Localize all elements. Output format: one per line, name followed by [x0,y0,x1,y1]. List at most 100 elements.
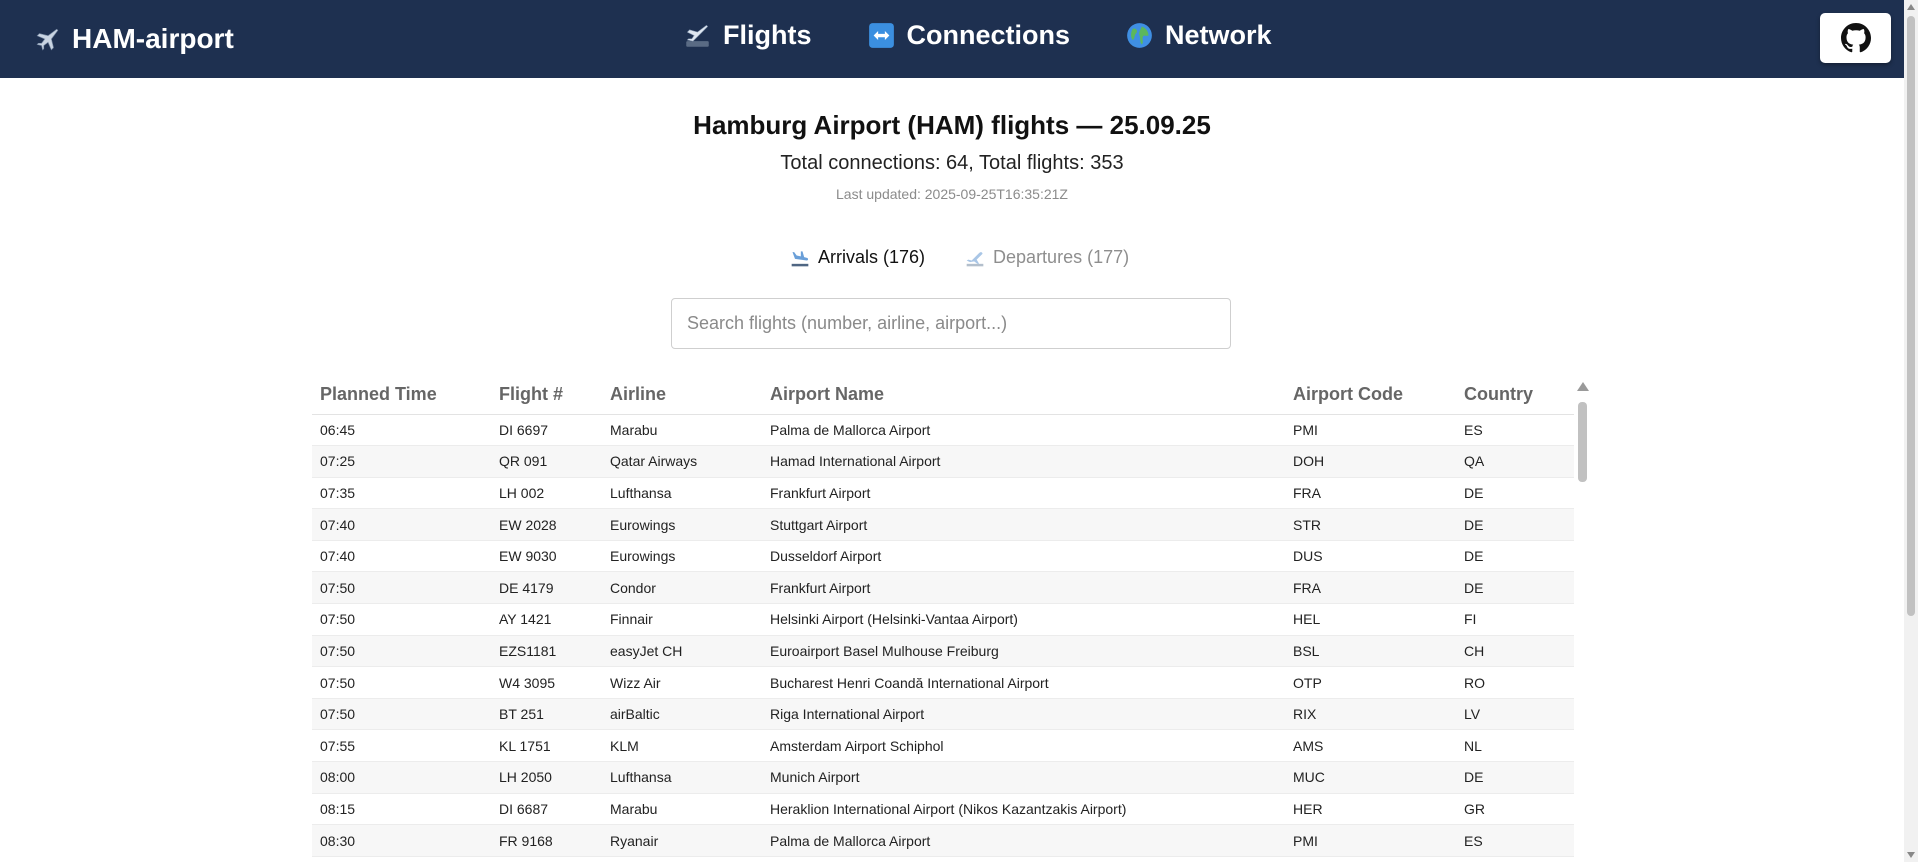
table-row[interactable]: 07:40 EW 9030 Eurowings Dusseldorf Airport D… [312,540,1574,573]
cell-flight-number: FR 9168 [491,824,602,857]
cell-planned-time: 08:15 [312,793,491,826]
cell-airport-name: Hamad International Airport [762,445,1285,478]
cell-planned-time: 07:40 [312,508,491,541]
cell-country: QA [1456,445,1574,478]
brand-link[interactable]: HAM-airport [34,22,234,56]
main-nav: Flights Connections Network [684,20,1272,51]
nav-connections-label: Connections [906,20,1071,50]
cell-planned-time: 08:00 [312,761,491,794]
cell-airport-name: Frankfurt Airport [762,477,1285,510]
cell-airport-code: HER [1285,793,1456,826]
table-row[interactable]: 07:35 LH 002 Lufthansa Frankfurt Airport FRA… [312,477,1574,510]
cell-airline: easyJet CH [602,635,762,668]
column-header-planned-time[interactable]: Planned Time [312,376,491,415]
table-scrollbar[interactable] [1574,382,1590,862]
table-row[interactable]: 07:50 W4 3095 Wizz Air Bucharest Henri Coan… [312,666,1574,699]
table-row[interactable]: 08:00 LH 2050 Lufthansa Munich Airport MUC DE [312,761,1574,794]
cell-airport-name: Amsterdam Airport Schiphol [762,729,1285,763]
cell-airport-name: Palma de Mallorca Airport [762,414,1285,447]
page-scrollbar[interactable] [1904,0,1918,862]
tab-departures-label: Departures (177) [993,247,1130,267]
cell-flight-number: DE 4179 [491,571,602,605]
cell-airport-name: Helsinki Airport (Helsinki-Vantaa Airpor… [762,603,1285,636]
top-nav-bar: HAM-airport Flights Connections Network [0,0,1904,78]
flight-direction-tabs: Arrivals (176) Departures (177) [790,247,1129,268]
left-right-arrow-icon [868,23,894,48]
cell-airport-name: Palma de Mallorca Airport [762,824,1285,857]
cell-airport-code: HEL [1285,603,1456,636]
cell-airline: Lufthansa [602,477,762,510]
brand-label: HAM-airport [72,23,234,54]
scroll-down-arrow-icon[interactable] [1907,852,1915,858]
cell-planned-time: 07:25 [312,445,491,478]
tab-departures[interactable]: Departures (177) [965,247,1129,268]
cell-airline: Marabu [602,414,762,447]
cell-airline: Eurowings [602,540,762,573]
page-scrollbar-thumb[interactable] [1907,16,1915,616]
table-row[interactable]: 06:45 DI 6697 Marabu Palma de Mallorca Airp… [312,414,1574,447]
cell-airport-name: Frankfurt Airport [762,571,1285,605]
cell-airport-code: BSL [1285,635,1456,668]
search-input[interactable] [671,298,1231,349]
nav-connections-link[interactable]: Connections [868,20,1071,51]
column-header-flight-number[interactable]: Flight # [491,376,602,415]
cell-planned-time: 07:50 [312,666,491,699]
cell-planned-time: 08:30 [312,824,491,857]
cell-flight-number: LH 002 [491,477,602,510]
cell-airport-code: DOH [1285,445,1456,478]
table-row[interactable]: 08:30 FR 9168 Ryanair Palma de Mallorca Air… [312,824,1574,857]
cell-planned-time: 07:50 [312,635,491,668]
cell-airport-name: Munich Airport [762,761,1285,794]
column-header-country[interactable]: Country [1456,376,1574,415]
airplane-icon [36,28,59,51]
cell-airline: Ryanair [602,824,762,857]
nav-network-link[interactable]: Network [1126,20,1272,51]
scroll-up-arrow-icon[interactable] [1907,4,1915,10]
column-header-airport-code[interactable]: Airport Code [1285,376,1456,415]
cell-airport-name: Stuttgart Airport [762,508,1285,541]
table-row[interactable]: 07:25 QR 091 Qatar Airways Hamad Internatio… [312,445,1574,478]
column-header-airport-name[interactable]: Airport Name [762,376,1285,415]
cell-country: NL [1456,729,1574,763]
cell-flight-number: BT 251 [491,698,602,731]
tab-arrivals-label: Arrivals (176) [818,247,926,267]
cell-flight-number: EW 9030 [491,540,602,573]
cell-planned-time: 07:50 [312,698,491,731]
cell-flight-number: EW 2028 [491,508,602,541]
table-scrollbar-thumb[interactable] [1578,402,1587,482]
cell-country: RO [1456,666,1574,699]
cell-flight-number: QR 091 [491,445,602,478]
tab-arrivals[interactable]: Arrivals (176) [790,247,925,268]
flights-table-container: Planned Time Flight # Airline Airport Na… [312,376,1574,862]
cell-airport-code: PMI [1285,824,1456,857]
cell-airport-name: Bucharest Henri Coandă International Air… [762,666,1285,699]
table-row[interactable]: 07:50 EZS1181 easyJet CH Euroairport Basel … [312,635,1574,668]
cell-airline: Eurowings [602,508,762,541]
github-button[interactable] [1820,13,1891,63]
cell-flight-number: W4 3095 [491,666,602,699]
table-row[interactable]: 07:50 BT 251 airBaltic Riga International A… [312,698,1574,731]
cell-airline: airBaltic [602,698,762,731]
airplane-arrival-icon [791,250,809,266]
cell-airport-code: AMS [1285,729,1456,763]
table-row[interactable]: 08:15 DI 6687 Marabu Heraklion Internationa… [312,793,1574,826]
totals-summary: Total connections: 64, Total flights: 35… [780,152,1124,174]
table-row[interactable]: 07:50 AY 1421 Finnair Helsinki Airport (Hel… [312,603,1574,636]
cell-airport-code: DUS [1285,540,1456,573]
flights-table: Planned Time Flight # Airline Airport Na… [312,376,1574,857]
table-scroll-up-arrow-icon[interactable] [1577,382,1589,391]
cell-country: DE [1456,540,1574,573]
cell-airport-name: Heraklion International Airport (Nikos K… [762,793,1285,826]
cell-airline: Qatar Airways [602,445,762,478]
last-updated: Last updated: 2025-09-25T16:35:21Z [836,186,1068,202]
cell-planned-time: 06:45 [312,414,491,447]
cell-airport-code: FRA [1285,571,1456,605]
nav-flights-link[interactable]: Flights [684,20,812,51]
column-header-airline[interactable]: Airline [602,376,762,415]
table-row[interactable]: 07:40 EW 2028 Eurowings Stuttgart Airport ST… [312,508,1574,541]
table-row[interactable]: 07:55 KL 1751 KLM Amsterdam Airport Schipho… [312,729,1574,763]
table-row[interactable]: 07:50 DE 4179 Condor Frankfurt Airport FRA DE [312,571,1574,605]
cell-airport-name: Euroairport Basel Mulhouse Freiburg [762,635,1285,668]
github-icon [1840,23,1871,53]
cell-country: DE [1456,571,1574,605]
